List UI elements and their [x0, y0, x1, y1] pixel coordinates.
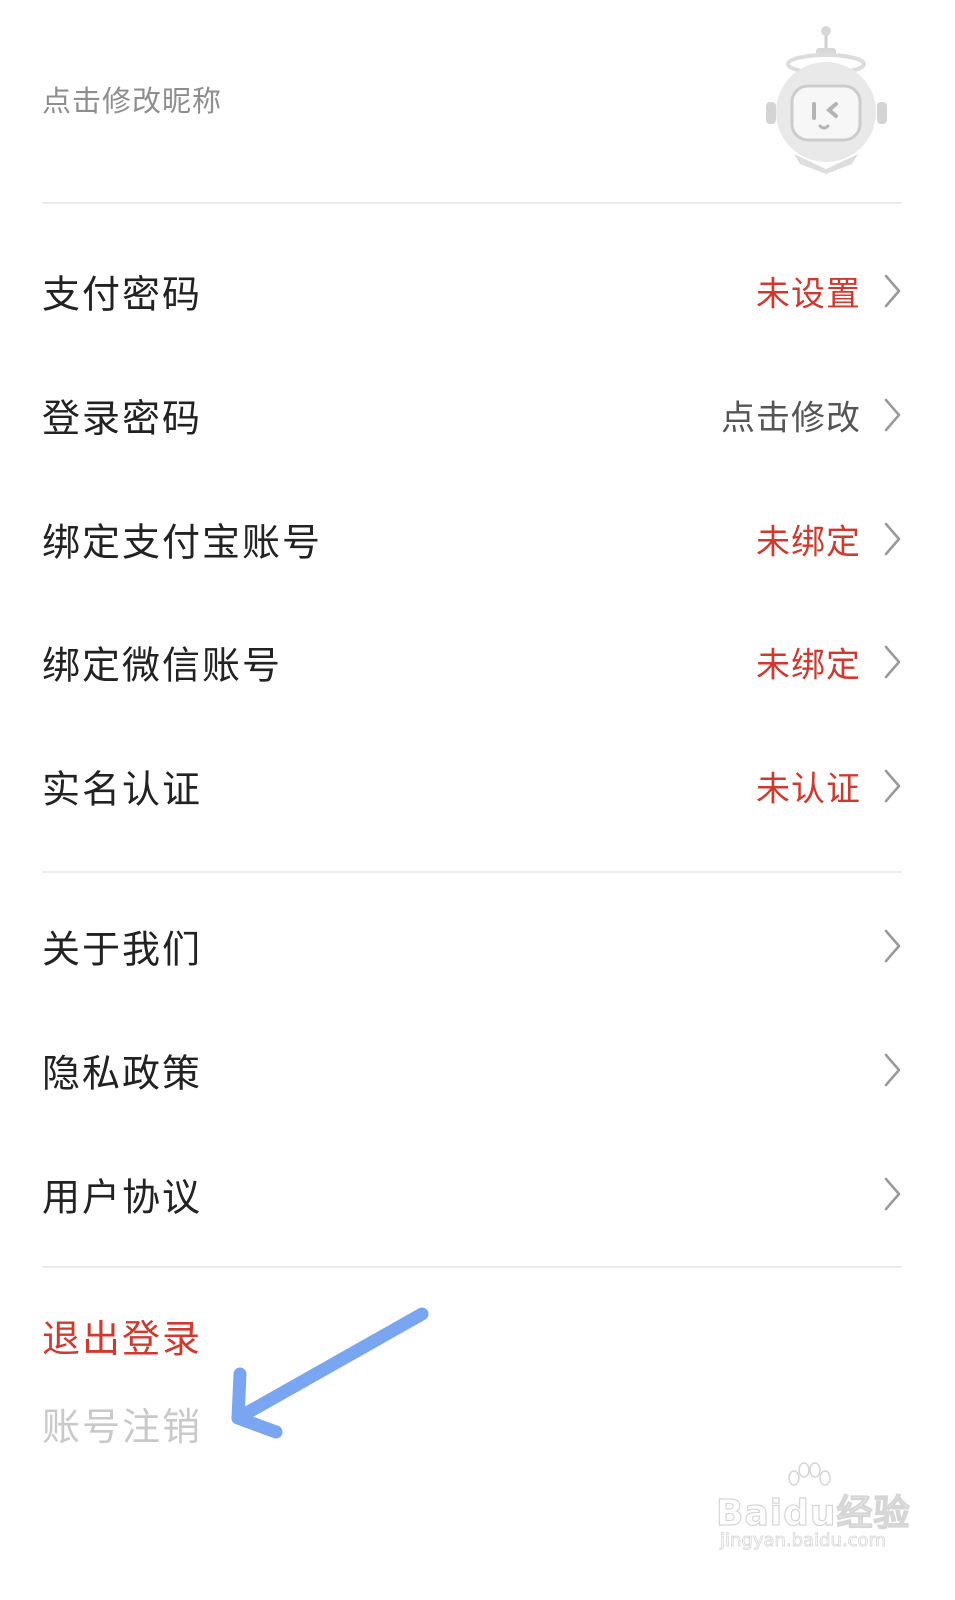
robot-avatar-icon[interactable]	[764, 24, 889, 174]
setting-row-privacy-policy[interactable]: 隐私政策	[0, 1015, 955, 1125]
setting-row-status: 未绑定	[756, 645, 861, 686]
setting-row-label: 绑定支付宝账号	[42, 520, 323, 565]
chevron-right-icon	[884, 769, 901, 803]
setting-row-user-agreement[interactable]: 用户协议	[0, 1139, 955, 1249]
cancel-account-button[interactable]: 账号注销	[42, 1396, 202, 1451]
chevron-right-icon	[884, 1053, 901, 1087]
setting-row-bind-alipay[interactable]: 绑定支付宝账号 未绑定	[0, 484, 955, 594]
setting-row-payment-password[interactable]: 支付密码 未设置	[0, 236, 955, 346]
chevron-right-icon	[884, 645, 901, 679]
baidu-watermark: Baidu经验 jingyan.baidu.com	[712, 1462, 910, 1562]
setting-row-label: 隐私政策	[42, 1051, 203, 1096]
setting-row-status: 未绑定	[756, 522, 861, 563]
watermark-brand: Baidu经验	[715, 1492, 911, 1534]
chevron-right-icon	[884, 1177, 901, 1211]
setting-row-status: 点击修改	[721, 398, 861, 439]
pointer-arrow-icon	[231, 1307, 429, 1439]
setting-row-label: 绑定微信账号	[42, 643, 283, 688]
section-divider	[42, 871, 902, 873]
setting-row-real-name[interactable]: 实名认证 未认证	[0, 731, 955, 841]
setting-row-about-us[interactable]: 关于我们	[0, 891, 955, 1001]
logout-button[interactable]: 退出登录	[42, 1308, 202, 1363]
setting-row-label: 支付密码	[42, 272, 203, 317]
setting-row-label: 用户协议	[42, 1175, 203, 1220]
chevron-right-icon	[884, 929, 901, 963]
chevron-right-icon	[884, 398, 901, 432]
setting-row-label: 关于我们	[42, 927, 203, 972]
section-divider	[42, 1266, 902, 1268]
nickname-edit-link[interactable]: 点击修改昵称	[42, 78, 222, 120]
watermark-url: jingyan.baidu.com	[720, 1530, 887, 1552]
setting-row-bind-wechat[interactable]: 绑定微信账号 未绑定	[0, 607, 955, 717]
section-divider	[42, 202, 902, 204]
setting-row-label: 登录密码	[42, 396, 203, 441]
chevron-right-icon	[884, 522, 901, 556]
chevron-right-icon	[884, 274, 901, 308]
setting-row-status: 未设置	[756, 274, 861, 315]
setting-row-login-password[interactable]: 登录密码 点击修改	[0, 360, 955, 470]
setting-row-status: 未认证	[756, 769, 861, 810]
setting-row-label: 实名认证	[42, 767, 203, 812]
profile-header: 点击修改昵称	[0, 0, 955, 205]
